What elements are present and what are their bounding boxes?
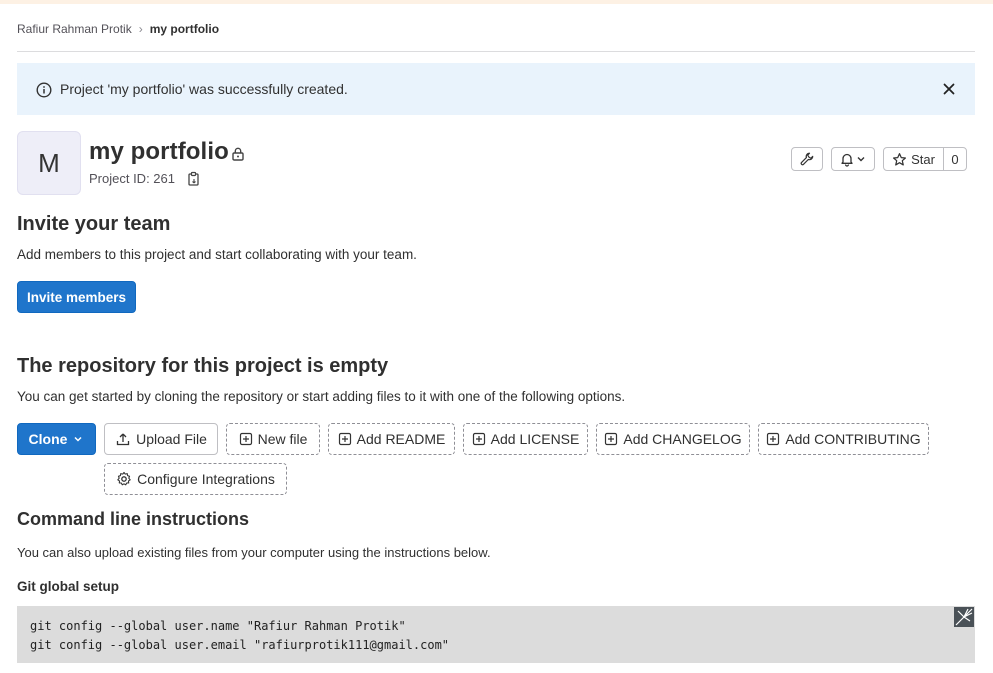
chevron-right-icon: › [138, 22, 143, 36]
project-title: my portfolio [89, 138, 229, 165]
plus-square-icon [604, 432, 618, 446]
add-license-button[interactable]: Add LICENSE [463, 423, 588, 455]
add-contributing-label: Add CONTRIBUTING [785, 431, 921, 447]
alert-message: Project 'my portfolio' was successfully … [60, 81, 348, 97]
add-readme-button[interactable]: Add README [328, 423, 455, 455]
breadcrumb-user-link[interactable]: Rafiur Rahman Protik [17, 22, 132, 36]
plus-square-icon [338, 432, 352, 446]
add-changelog-button[interactable]: Add CHANGELOG [596, 423, 750, 455]
new-file-label: New file [257, 431, 308, 447]
project-settings-button[interactable] [791, 147, 823, 171]
add-readme-label: Add README [356, 431, 446, 447]
breadcrumb-project-link[interactable]: my portfolio [150, 22, 219, 36]
empty-repo-description: You can get started by cloning the repos… [17, 389, 626, 404]
code-line: git config --global user.email "rafiurpr… [30, 638, 450, 652]
clipboard-icon[interactable] [186, 171, 202, 187]
code-tool-icon[interactable] [954, 607, 974, 627]
wrench-icon [799, 151, 815, 167]
bell-icon [839, 151, 855, 167]
project-avatar: M [17, 131, 81, 195]
lock-icon [230, 146, 246, 162]
plus-square-icon [766, 432, 780, 446]
configure-integrations-label: Configure Integrations [137, 471, 275, 487]
add-changelog-label: Add CHANGELOG [623, 431, 742, 447]
plus-square-icon [239, 432, 253, 446]
clone-label: Clone [28, 431, 68, 447]
add-contributing-button[interactable]: Add CONTRIBUTING [758, 423, 929, 455]
upload-file-button[interactable]: Upload File [104, 423, 218, 455]
invite-members-button[interactable]: Invite members [17, 281, 136, 313]
cli-description: You can also upload existing files from … [17, 545, 491, 560]
star-icon [892, 152, 907, 167]
upload-file-label: Upload File [136, 431, 207, 447]
configure-integrations-button[interactable]: Configure Integrations [104, 463, 287, 495]
notification-settings-dropdown[interactable] [831, 147, 875, 171]
chevron-down-icon [72, 433, 84, 445]
invite-heading: Invite your team [17, 213, 171, 235]
git-global-setup-heading: Git global setup [17, 579, 120, 594]
code-line: git config --global user.name "Rafiur Ra… [30, 619, 406, 633]
upload-icon [115, 431, 131, 447]
project-id: Project ID: 261 [89, 171, 175, 186]
chevron-down-icon [855, 153, 867, 165]
empty-repo-heading: The repository for this project is empty [17, 355, 389, 377]
project-created-alert: Project 'my portfolio' was successfully … [17, 63, 975, 115]
git-setup-code-block[interactable]: git config --global user.name "Rafiur Ra… [17, 606, 975, 663]
invite-description: Add members to this project and start co… [17, 247, 417, 262]
clone-dropdown-button[interactable]: Clone [17, 423, 96, 455]
info-icon [36, 82, 52, 98]
gear-icon [116, 471, 132, 487]
star-count[interactable]: 0 [943, 147, 967, 171]
top-warning-strip [0, 0, 993, 4]
cli-heading: Command line instructions [17, 509, 250, 529]
breadcrumb: Rafiur Rahman Protik › my portfolio [17, 20, 219, 38]
plus-square-icon [472, 432, 486, 446]
star-button[interactable]: Star [883, 147, 944, 171]
add-license-label: Add LICENSE [490, 431, 580, 447]
avatar-letter: M [38, 147, 60, 178]
breadcrumb-divider [17, 51, 975, 52]
new-file-button[interactable]: New file [226, 423, 320, 455]
close-icon[interactable] [941, 81, 957, 97]
star-label: Star [911, 151, 935, 167]
